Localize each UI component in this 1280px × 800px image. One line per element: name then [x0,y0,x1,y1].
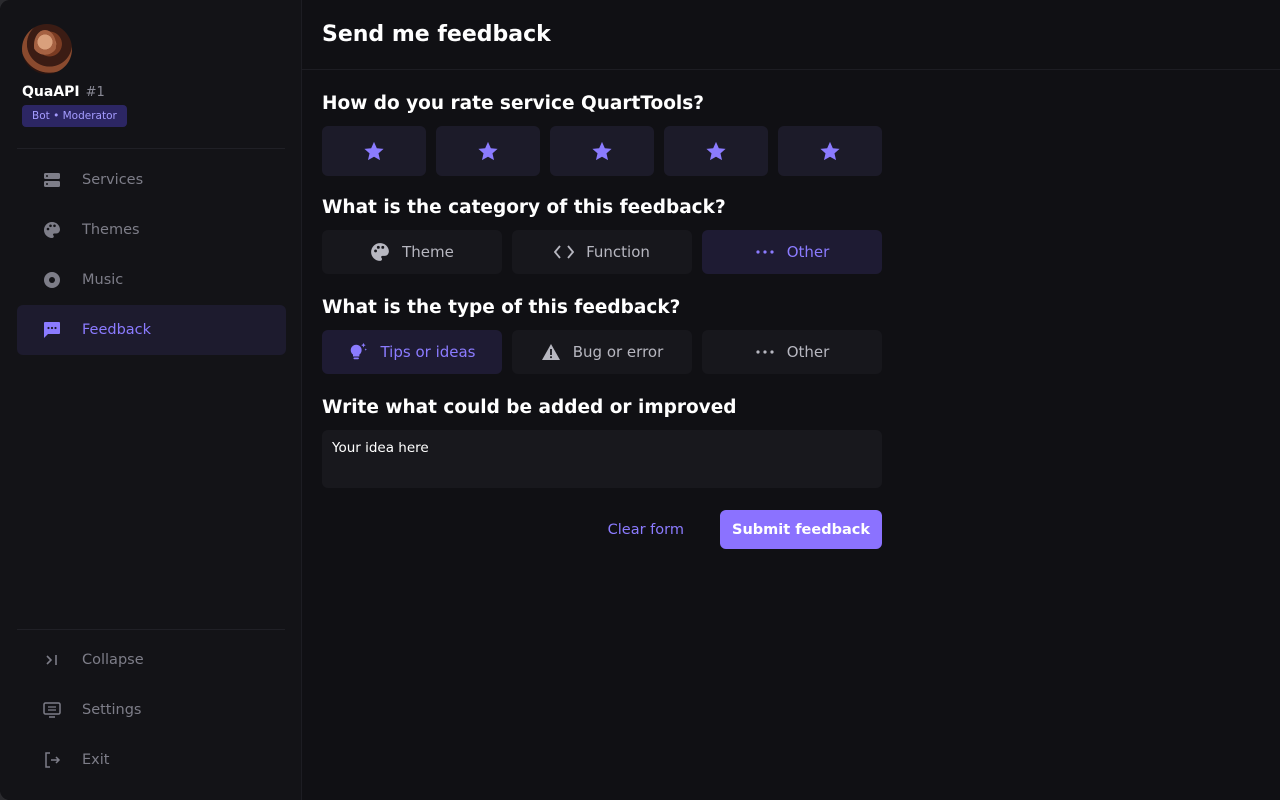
type-question: What is the type of this feedback? [322,297,681,318]
category-option-theme[interactable]: Theme [322,230,502,274]
option-label: Tips or ideas [380,343,476,361]
sidebar-item-music[interactable]: Music [17,255,286,305]
type-option-tips[interactable]: Tips or ideas [322,330,502,374]
collapse-icon [42,650,62,670]
star-icon [820,141,840,160]
option-label: Theme [402,243,454,261]
star-button-5[interactable] [778,126,882,176]
profile: QuaAPI #1 Bot • Moderator [22,24,127,127]
feedback-form: How do you rate service QuartTools? What… [322,90,882,492]
sidebar-nav: Services Themes Music Feedback [17,155,286,355]
sidebar-item-exit[interactable]: Exit [17,735,286,785]
header: Send me feedback [302,0,1280,70]
option-label: Other [786,343,830,361]
palette-icon [370,242,390,262]
sidebar-item-collapse[interactable]: Collapse [17,635,286,685]
category-option-other[interactable]: Other [702,230,882,274]
improve-question: Write what could be added or improved [322,397,737,418]
star-button-1[interactable] [322,126,426,176]
idea-textarea[interactable] [322,430,882,488]
sidebar-item-feedback[interactable]: Feedback [17,305,286,355]
app-window: QuaAPI #1 Bot • Moderator Services Theme… [0,0,1280,800]
category-question: What is the category of this feedback? [322,197,726,218]
star-rating [322,126,882,176]
more-icon [755,242,775,262]
clear-form-button[interactable]: Clear form [608,522,684,538]
warning-icon [541,342,561,362]
type-section: What is the type of this feedback? Tips … [322,294,882,374]
palette-icon [42,220,62,240]
role-badge: Bot • Moderator [22,105,127,127]
sidebar-divider [17,629,285,630]
star-icon [478,141,498,160]
star-button-4[interactable] [664,126,768,176]
submit-feedback-button[interactable]: Submit feedback [720,510,882,549]
star-button-2[interactable] [436,126,540,176]
star-button-3[interactable] [550,126,654,176]
sidebar-item-settings[interactable]: Settings [17,685,286,735]
improve-section: Write what could be added or improved [322,394,882,492]
type-option-other[interactable]: Other [702,330,882,374]
server-icon [42,170,62,190]
form-actions: Clear form Submit feedback [322,510,882,549]
rating-section: How do you rate service QuartTools? [322,90,882,176]
profile-name: QuaAPI [22,84,80,100]
category-option-function[interactable]: Function [512,230,692,274]
star-icon [592,141,612,160]
sidebar-divider [17,148,285,149]
type-options: Tips or ideas Bug or error Other [322,330,882,374]
avatar[interactable] [22,24,72,74]
sidebar-bottom-nav: Collapse Settings Exit [17,635,286,785]
star-icon [364,141,384,160]
sidebar-item-label: Feedback [82,322,152,338]
main-panel: Send me feedback How do you rate service… [302,0,1280,800]
type-option-bug[interactable]: Bug or error [512,330,692,374]
sidebar-item-label: Settings [82,702,142,718]
sidebar-item-themes[interactable]: Themes [17,205,286,255]
option-label: Other [786,243,830,261]
sidebar-item-label: Collapse [82,652,144,668]
sidebar-item-label: Themes [82,222,140,238]
page-title: Send me feedback [322,22,551,47]
sidebar-item-label: Music [82,272,124,288]
sidebar-item-services[interactable]: Services [17,155,286,205]
sidebar-item-label: Exit [82,752,110,768]
option-label: Function [586,243,650,261]
chat-icon [42,320,62,340]
settings-icon [42,700,62,720]
code-icon [554,242,575,262]
profile-tag: #1 [85,85,105,100]
rating-question: How do you rate service QuartTools? [322,93,704,114]
disc-icon [42,270,62,290]
category-section: What is the category of this feedback? T… [322,194,882,274]
option-label: Bug or error [572,343,664,361]
category-options: Theme Function Other [322,230,882,274]
more-icon [755,342,775,362]
star-icon [706,141,726,160]
lightbulb-icon [348,342,368,362]
sidebar-item-label: Services [82,172,144,188]
sidebar: QuaAPI #1 Bot • Moderator Services Theme… [0,0,302,800]
exit-icon [42,750,62,770]
